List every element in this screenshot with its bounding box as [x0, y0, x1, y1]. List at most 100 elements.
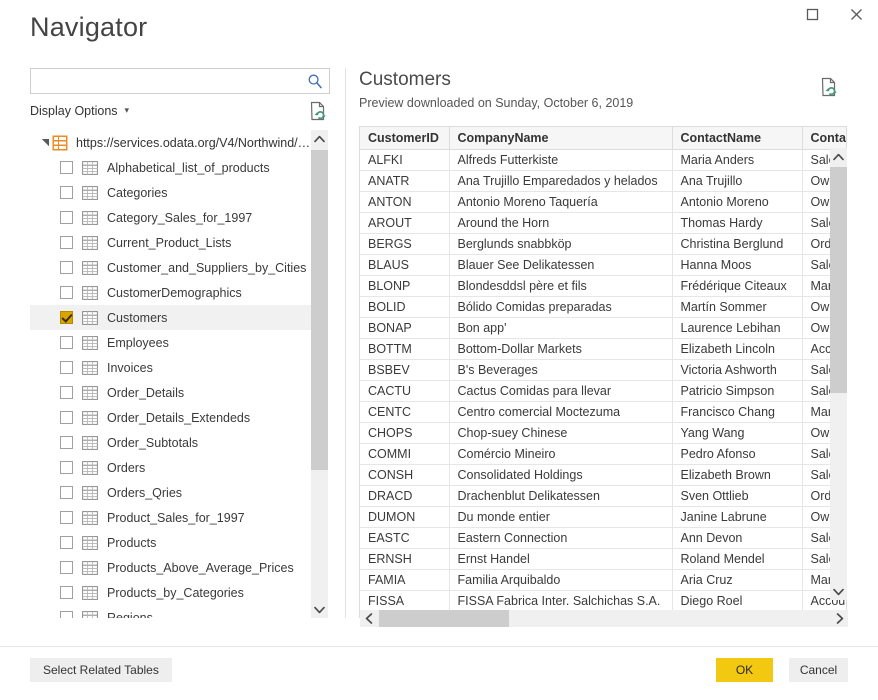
tree-item-current-product-lists[interactable]: Current_Product_Lists — [30, 230, 311, 255]
table-cell: Pedro Afonso — [672, 443, 803, 465]
table-row[interactable]: ANATR Ana Trujillo Emparedados y helados A… — [360, 170, 846, 192]
grid-scroll-left-button[interactable] — [360, 610, 377, 627]
tree-item-label: Orders — [107, 460, 146, 475]
tree-item-checkbox[interactable] — [60, 511, 73, 524]
cancel-button[interactable]: Cancel — [789, 658, 848, 682]
table-row[interactable]: DUMON Du monde entier Janine Labrune Owner — [360, 506, 846, 528]
table-row[interactable]: BSBEV B's Beverages Victoria Ashworth Sales… — [360, 359, 846, 381]
table-cell: BOTTM — [360, 338, 450, 360]
table-row[interactable]: DRACD Drachenblut Delikatessen Sven Ottlie… — [360, 485, 846, 507]
display-options-button[interactable]: Display Options ▾ — [30, 104, 129, 118]
search-input[interactable] — [30, 68, 330, 94]
table-row[interactable]: BOTTM Bottom-Dollar Markets Elizabeth Linc… — [360, 338, 846, 360]
preview-refresh-icon[interactable] — [819, 76, 839, 98]
tree-item-regions[interactable]: Regions — [30, 605, 311, 618]
tree-scroll-up-button[interactable] — [311, 130, 328, 147]
grid-hscroll-thumb[interactable] — [379, 610, 509, 627]
tree-item-employees[interactable]: Employees — [30, 330, 311, 355]
tree-root-node[interactable]: https://services.odata.org/V4/Northwind/… — [30, 130, 311, 155]
tree-item-order-details[interactable]: Order_Details — [30, 380, 311, 405]
grid-scroll-down-button[interactable] — [830, 583, 847, 600]
tree-item-products-by-categories[interactable]: Products_by_Categories — [30, 580, 311, 605]
table-row[interactable]: COMMIComércio MineiroPedro AfonsoSales A… — [360, 443, 846, 465]
table-row[interactable]: EASTCEastern ConnectionAnn DevonSales Ag… — [360, 527, 846, 549]
tree-item-order-details-extendeds[interactable]: Order_Details_Extendeds — [30, 405, 311, 430]
tree-scroll-down-button[interactable] — [311, 601, 328, 618]
tree-item-checkbox[interactable] — [60, 261, 73, 274]
maximize-button[interactable] — [790, 0, 834, 28]
tree-item-customerdemographics[interactable]: CustomerDemographics — [30, 280, 311, 305]
table-row[interactable]: CHOPS Chop-suey Chinese Yang Wang Owner — [360, 422, 846, 444]
tree-item-checkbox[interactable] — [60, 236, 73, 249]
table-row[interactable]: BLAUS Blauer See Delikatessen Hanna Moos Sa… — [360, 254, 846, 276]
table-cell: Sven Ottlieb — [672, 485, 803, 507]
tree-item-checkbox[interactable] — [60, 561, 73, 574]
table-cell: BSBEV — [360, 359, 450, 381]
tree-item-checkbox[interactable] — [60, 286, 73, 299]
tree-item-checkbox[interactable] — [60, 586, 73, 599]
tree-item-checkbox[interactable] — [60, 186, 73, 199]
tree-item-checkbox[interactable] — [60, 386, 73, 399]
grid-scroll-thumb[interactable] — [830, 167, 847, 393]
refresh-document-icon[interactable] — [308, 100, 328, 122]
table-cell: BLAUS — [360, 254, 450, 276]
tree-item-checkbox[interactable] — [60, 336, 73, 349]
tree-item-invoices[interactable]: Invoices — [30, 355, 311, 380]
tree-item-products-above-average-prices[interactable]: Products_Above_Average_Prices — [30, 555, 311, 580]
table-row[interactable]: FAMIAFamilia ArquibaldoAria CruzMarketin… — [360, 569, 846, 591]
preview-grid[interactable]: CustomerIDCompanyNameContactNameContactT… — [359, 126, 847, 618]
column-header-companyname[interactable]: CompanyName — [449, 127, 673, 150]
tree-item-checkbox[interactable] — [60, 611, 73, 618]
tree-scroll-thumb[interactable] — [311, 150, 328, 470]
tree-item-checkbox[interactable] — [60, 486, 73, 499]
select-related-tables-button[interactable]: Select Related Tables — [30, 658, 172, 682]
grid-vertical-scrollbar[interactable] — [830, 148, 847, 600]
table-row[interactable]: AROUTAround the HornThomas HardySales Re… — [360, 212, 846, 234]
tree-item-alphabetical-list-of-products[interactable]: Alphabetical_list_of_products — [30, 155, 311, 180]
tree-vertical-scrollbar[interactable] — [311, 130, 328, 618]
object-tree[interactable]: https://services.odata.org/V4/Northwind/… — [30, 130, 330, 618]
table-row[interactable]: CONSH Consolidated Holdings Elizabeth Brow… — [360, 464, 846, 486]
tree-item-checkbox[interactable] — [60, 461, 73, 474]
tree-item-order-subtotals[interactable]: Order_Subtotals — [30, 430, 311, 455]
ok-button[interactable]: OK — [716, 658, 773, 682]
grid-scroll-right-button[interactable] — [831, 610, 848, 627]
tree-item-orders[interactable]: Orders — [30, 455, 311, 480]
tree-item-checkbox[interactable] — [60, 311, 73, 324]
table-row[interactable]: BLONP Blondesddsl père et fils Frédérique … — [360, 275, 846, 297]
tree-item-checkbox[interactable] — [60, 536, 73, 549]
tree-expander-icon[interactable] — [38, 136, 52, 150]
table-cell: Ana Trujillo — [672, 170, 803, 192]
table-row[interactable]: CENTC Centro comercial Moctezuma Francisco… — [360, 401, 846, 423]
tree-item-orders-qries[interactable]: Orders_Qries — [30, 480, 311, 505]
tree-item-products[interactable]: Products — [30, 530, 311, 555]
table-row[interactable]: BOLID Bólido Comidas preparadas Martín Som… — [360, 296, 846, 318]
navigator-dialog: Navigator Display Options ▾ https://serv… — [0, 0, 878, 700]
column-header-contacttitle[interactable]: ContactTitle — [802, 127, 846, 150]
table-row[interactable]: FISSA FISSA Fabrica Inter. Salchichas S.A… — [360, 590, 846, 612]
tree-item-checkbox[interactable] — [60, 411, 73, 424]
column-header-contactname[interactable]: ContactName — [672, 127, 803, 150]
tree-item-checkbox[interactable] — [60, 436, 73, 449]
table-row[interactable]: CACTU Cactus Comidas para llevar Patricio … — [360, 380, 846, 402]
grid-horizontal-scrollbar[interactable] — [360, 610, 848, 627]
column-header-customerid[interactable]: CustomerID — [360, 127, 450, 150]
table-cell: DRACD — [360, 485, 450, 507]
tree-item-customer-and-suppliers-by-cities[interactable]: Customer_and_Suppliers_by_Cities — [30, 255, 311, 280]
tree-item-product-sales-for-1997[interactable]: Product_Sales_for_1997 — [30, 505, 311, 530]
tree-item-checkbox[interactable] — [60, 211, 73, 224]
table-row[interactable]: BERGS Berglunds snabbköp Christina Berglun… — [360, 233, 846, 255]
table-cell: Blondesddsl père et fils — [449, 275, 673, 297]
close-button[interactable] — [834, 0, 878, 28]
table-row[interactable]: ANTON Antonio Moreno Taquería Antonio More… — [360, 191, 846, 213]
tree-item-checkbox[interactable] — [60, 161, 73, 174]
table-row[interactable]: ALFKI Alfreds Futterkiste Maria Anders Sale… — [360, 149, 846, 171]
tree-item-checkbox[interactable] — [60, 361, 73, 374]
tree-item-customers[interactable]: Customers — [30, 305, 311, 330]
tree-item-category-sales-for-1997[interactable]: Category_Sales_for_1997 — [30, 205, 311, 230]
tree-item-categories[interactable]: Categories — [30, 180, 311, 205]
table-cell: Patricio Simpson — [672, 380, 803, 402]
table-row[interactable]: BONAP Bon app' Laurence Lebihan Owner — [360, 317, 846, 339]
grid-scroll-up-button[interactable] — [830, 148, 847, 165]
table-row[interactable]: ERNSHErnst HandelRoland MendelSales Mana… — [360, 548, 846, 570]
